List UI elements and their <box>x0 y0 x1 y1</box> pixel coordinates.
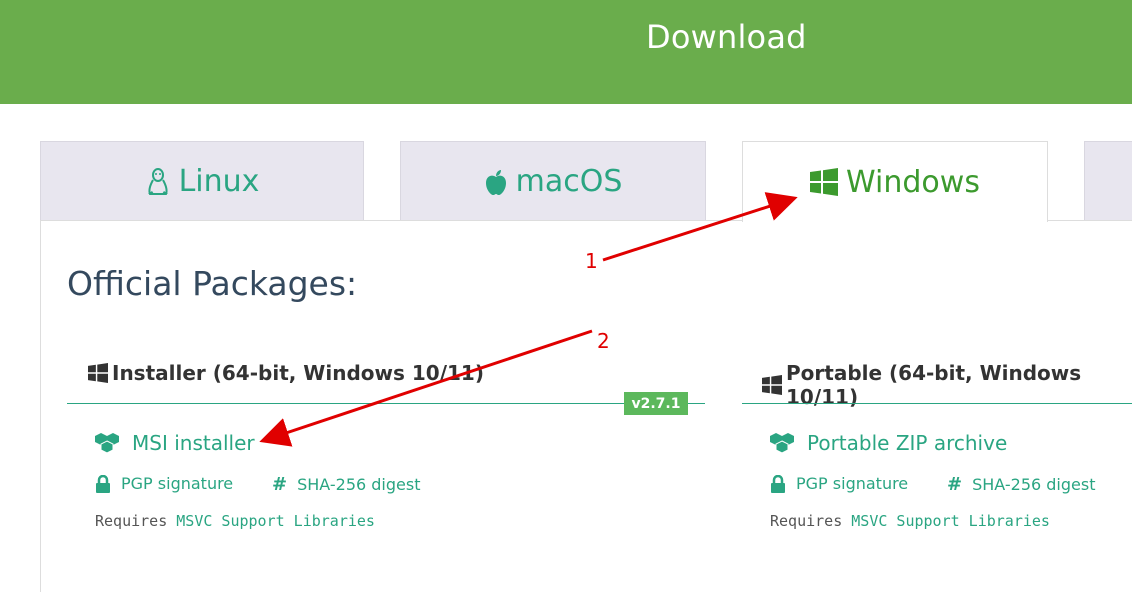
annotation-2: 2 <box>597 329 610 353</box>
annotation-1: 1 <box>585 249 598 273</box>
arrow-2 <box>259 329 593 447</box>
annotation-arrows <box>259 192 798 447</box>
arrow-1 <box>602 192 798 262</box>
